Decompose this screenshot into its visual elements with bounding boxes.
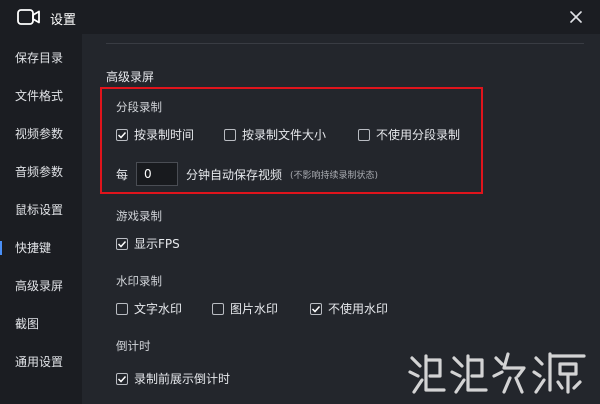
section-title-game-recording: 游戏录制 xyxy=(116,209,162,223)
checkbox-label: 录制前展示倒计时 xyxy=(134,372,231,386)
section-title-countdown: 倒计时 xyxy=(116,339,151,353)
checkbox-show-countdown[interactable]: 录制前展示倒计时 xyxy=(116,370,230,387)
sidebar-item-label: 视频参数 xyxy=(15,127,64,141)
checkbox-by-file-size[interactable]: 按录制文件大小 xyxy=(224,126,326,143)
checkbox-label: 不使用分段录制 xyxy=(376,128,461,142)
sidebar-item-label: 高级录屏 xyxy=(15,279,64,293)
checkbox-box[interactable] xyxy=(116,237,128,250)
checkmark-icon xyxy=(117,240,127,248)
checkbox-text-watermark[interactable]: 文字水印 xyxy=(116,300,182,317)
close-button[interactable] xyxy=(566,7,586,27)
checkbox-show-fps[interactable]: 显示FPS xyxy=(116,235,180,252)
section-heading-advanced-recording: 高级录屏 xyxy=(106,70,155,84)
sidebar-item-label: 鼠标设置 xyxy=(15,203,64,217)
watermark-logo xyxy=(408,352,586,394)
checkbox-image-watermark[interactable]: 图片水印 xyxy=(212,300,278,317)
sidebar: 保存目录 文件格式 视频参数 音频参数 鼠标设置 快捷键 高级录屏 截图 通用设… xyxy=(0,34,82,404)
window-title: 设置 xyxy=(50,13,77,28)
interval-hint: (不影响持续录制状态) xyxy=(290,170,379,181)
checkbox-box[interactable] xyxy=(116,372,128,385)
interval-suffix: 分钟自动保存视频 xyxy=(186,167,283,182)
checkmark-icon xyxy=(117,375,127,383)
checkbox-box[interactable] xyxy=(116,302,128,315)
sidebar-item-mouse-settings[interactable]: 鼠标设置 xyxy=(0,198,82,222)
sidebar-item-audio-params[interactable]: 音频参数 xyxy=(0,160,82,184)
checkbox-no-segment[interactable]: 不使用分段录制 xyxy=(358,126,460,143)
interval-row: 每 分钟自动保存视频 (不影响持续录制状态) xyxy=(116,162,378,186)
sidebar-item-label: 文件格式 xyxy=(15,89,64,103)
sidebar-item-file-format[interactable]: 文件格式 xyxy=(0,84,82,108)
checkbox-label: 显示FPS xyxy=(134,237,180,251)
video-camera-icon xyxy=(17,9,40,25)
checkbox-box[interactable] xyxy=(224,128,236,141)
checkbox-label: 图片水印 xyxy=(230,302,279,316)
sidebar-item-label: 保存目录 xyxy=(15,51,64,65)
checkmark-icon xyxy=(311,305,321,313)
interval-prefix: 每 xyxy=(116,167,129,182)
checkbox-label: 按录制时间 xyxy=(134,128,195,142)
checkbox-label: 按录制文件大小 xyxy=(242,128,327,142)
sidebar-item-label: 截图 xyxy=(15,317,40,331)
checkbox-box[interactable] xyxy=(116,128,128,141)
sidebar-item-label: 通用设置 xyxy=(15,355,64,369)
checkbox-box[interactable] xyxy=(358,128,370,141)
checkmark-icon xyxy=(117,131,127,139)
checkbox-box[interactable] xyxy=(212,302,224,315)
sidebar-item-save-directory[interactable]: 保存目录 xyxy=(0,46,82,70)
checkbox-box[interactable] xyxy=(310,302,322,315)
checkbox-by-record-time[interactable]: 按录制时间 xyxy=(116,126,194,143)
sidebar-item-video-params[interactable]: 视频参数 xyxy=(0,122,82,146)
title-bar: 设置 xyxy=(0,0,600,34)
section-title-segment-recording: 分段录制 xyxy=(116,100,162,114)
checkbox-no-watermark[interactable]: 不使用水印 xyxy=(310,300,388,317)
interval-minutes-input[interactable] xyxy=(136,162,179,186)
sidebar-item-screenshot[interactable]: 截图 xyxy=(0,312,82,336)
sidebar-item-label: 音频参数 xyxy=(15,165,64,179)
sidebar-item-label: 快捷键 xyxy=(15,241,52,255)
sidebar-item-general-settings[interactable]: 通用设置 xyxy=(0,350,82,374)
sidebar-item-hotkeys[interactable]: 快捷键 xyxy=(0,236,82,260)
section-title-watermark: 水印录制 xyxy=(116,274,162,288)
checkbox-label: 文字水印 xyxy=(134,302,183,316)
checkbox-label: 不使用水印 xyxy=(328,302,389,316)
sidebar-item-advanced-recording[interactable]: 高级录屏 xyxy=(0,274,82,298)
close-icon xyxy=(570,11,582,23)
divider xyxy=(106,43,584,44)
